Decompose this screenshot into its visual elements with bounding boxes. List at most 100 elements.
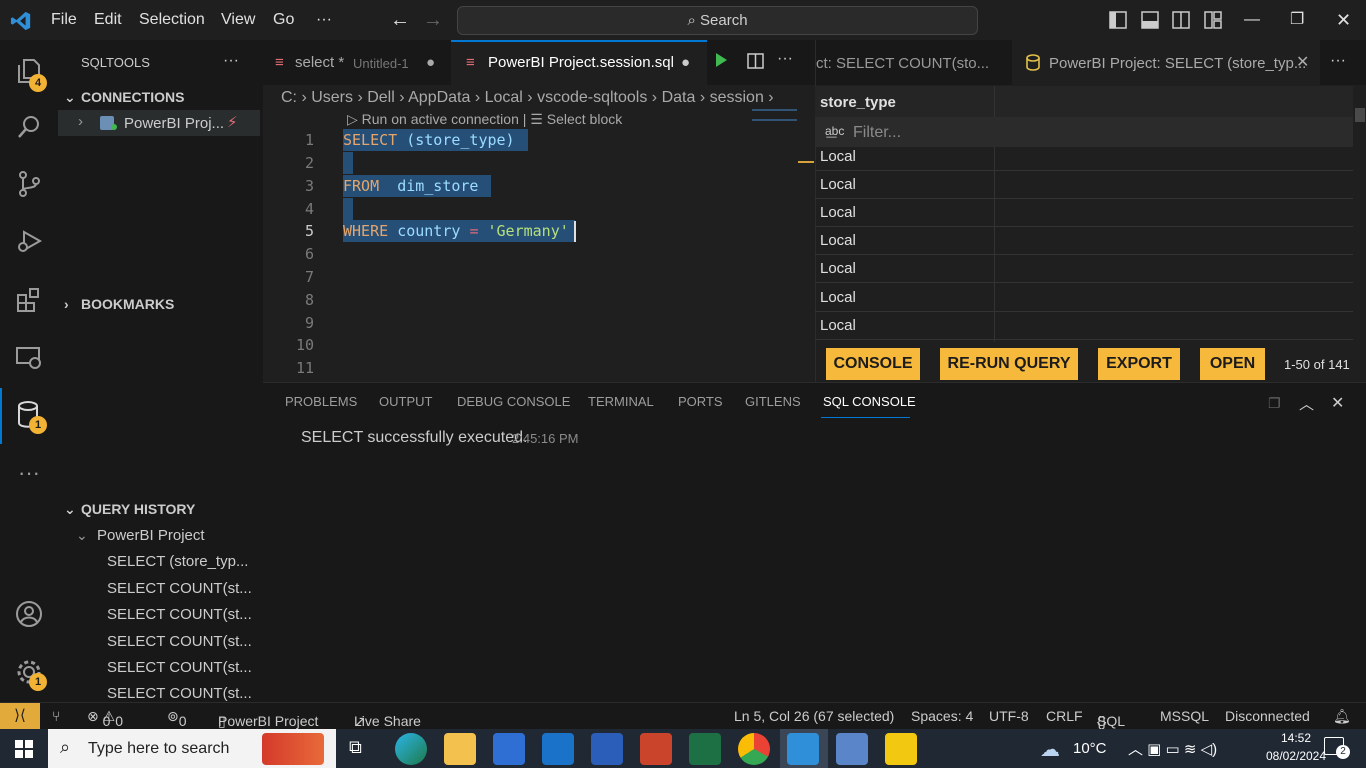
restore-icon[interactable]: ❐ (1290, 0, 1304, 40)
breadcrumb-item[interactable]: Data (662, 89, 696, 106)
result-cell[interactable]: Local (820, 232, 856, 249)
toggle-primary-sidebar-icon[interactable] (1109, 11, 1127, 29)
result-cell[interactable]: Local (820, 204, 856, 221)
result-cell[interactable]: Local (820, 260, 856, 277)
results-scrollbar[interactable] (1355, 108, 1365, 122)
connection-status[interactable]: Disconnected (1225, 708, 1310, 724)
close-tab-icon[interactable]: ✕ (1296, 52, 1309, 72)
powerpoint-icon[interactable] (640, 733, 672, 765)
history-item[interactable]: SELECT COUNT(st... (107, 685, 252, 702)
console-button[interactable]: CONSOLE (826, 348, 920, 380)
edge-icon[interactable] (395, 733, 427, 765)
tab-session-sql[interactable]: ≡ PowerBI Project.session.sql ● (451, 40, 707, 85)
driver[interactable]: MSSQL (1160, 708, 1209, 724)
tab-output[interactable]: OUTPUT (379, 394, 432, 409)
line-ending[interactable]: CRLF (1046, 708, 1083, 724)
remote-indicator-icon[interactable]: ⟩⟨ (0, 703, 40, 730)
windows-start-icon[interactable] (15, 740, 33, 758)
search-view-icon[interactable] (0, 100, 58, 154)
tab-terminal[interactable]: TERMINAL (588, 394, 654, 409)
sqltools-icon[interactable]: 1 (0, 388, 58, 442)
tab-ports[interactable]: PORTS (678, 394, 723, 409)
minimize-icon[interactable]: — (1244, 0, 1260, 40)
result-cell[interactable]: Local (820, 176, 856, 193)
tab-untitled[interactable]: ≡ select * Untitled-1 ● (263, 40, 450, 85)
source-control-icon[interactable] (0, 157, 58, 211)
unsaved-dot-icon[interactable]: ● (681, 40, 690, 85)
notifications-bell-icon[interactable]: 🔔︎ (1333, 708, 1351, 725)
menu-go[interactable]: Go (273, 0, 294, 40)
history-item[interactable]: SELECT COUNT(st... (107, 659, 252, 676)
clock-date[interactable]: 08/02/2024 (1265, 749, 1327, 763)
toggle-secondary-sidebar-icon[interactable] (1172, 11, 1190, 29)
file-explorer-icon[interactable] (444, 733, 476, 765)
tab-gitlens[interactable]: GITLENS (745, 394, 801, 409)
results-tab-count[interactable]: ct: SELECT COUNT(sto... (816, 55, 989, 72)
indentation[interactable]: Spaces: 4 (911, 708, 973, 724)
menu-more[interactable]: ··· (316, 0, 332, 40)
sql-studio-icon[interactable] (836, 733, 868, 765)
back-arrow-icon[interactable]: ← (390, 0, 410, 40)
history-group-chevron-icon[interactable]: ⌄ (76, 527, 88, 544)
split-editor-icon[interactable] (747, 53, 764, 69)
manage-gear-icon[interactable]: 1 (0, 645, 58, 699)
menu-selection[interactable]: Selection (139, 0, 205, 40)
sidebar-more-icon[interactable]: ··· (223, 52, 239, 70)
history-item[interactable]: SELECT (store_typ... (107, 553, 248, 570)
breadcrumb-item[interactable]: vscode-sqltools (537, 89, 647, 106)
filter-input[interactable]: Filter... (853, 124, 901, 142)
result-cell[interactable]: Local (820, 317, 856, 334)
minimap[interactable] (752, 109, 797, 121)
breadcrumb-item[interactable]: Dell (367, 89, 395, 106)
connections-chevron-icon[interactable]: ⌄ (64, 89, 76, 106)
column-header[interactable]: store_type (820, 94, 896, 111)
breadcrumb-item[interactable]: C: (281, 89, 297, 106)
history-item[interactable]: SELECT COUNT(st... (107, 580, 252, 597)
history-group[interactable]: PowerBI Project (97, 527, 205, 544)
export-button[interactable]: EXPORT (1098, 348, 1180, 380)
result-cell[interactable]: Local (820, 289, 856, 306)
errors-indicator[interactable]: ⊗ 0 ⚠ 0 (87, 708, 123, 729)
menu-view[interactable]: View (221, 0, 255, 40)
chrome-icon[interactable] (738, 733, 770, 765)
ports-indicator[interactable]: ⊚ 0 (167, 708, 187, 729)
run-on-active-connection-link[interactable]: Run on active connection (362, 111, 519, 127)
command-search[interactable]: ⌕ Search (457, 6, 978, 35)
unsaved-dot-icon[interactable]: ● (426, 40, 435, 85)
forward-arrow-icon[interactable]: → (423, 0, 443, 40)
menu-file[interactable]: File (51, 0, 77, 40)
task-view-icon[interactable]: ⧉ (349, 737, 362, 758)
connections-header[interactable]: CONNECTIONS (81, 89, 184, 105)
connection-name[interactable]: PowerBI Proj... (124, 115, 224, 132)
editor-more-icon[interactable]: ··· (777, 50, 793, 68)
results-more-icon[interactable]: ··· (1330, 52, 1346, 70)
extensions-icon[interactable] (0, 273, 58, 327)
bookmarks-chevron-icon[interactable]: › (64, 296, 69, 312)
tab-debug-console[interactable]: DEBUG CONSOLE (457, 394, 570, 409)
breadcrumb-item[interactable]: Local (485, 89, 523, 106)
history-chevron-icon[interactable]: ⌄ (64, 501, 76, 518)
system-tray-icons[interactable]: ︿ ▣ ▭ ≋ ◁) (1128, 738, 1217, 759)
customize-layout-icon[interactable] (1204, 11, 1222, 29)
more-views-icon[interactable]: ··· (0, 446, 58, 500)
word-icon[interactable] (591, 733, 623, 765)
weather-temp[interactable]: 10°C (1073, 740, 1107, 757)
breadcrumb-item[interactable]: AppData (408, 89, 470, 106)
toggle-panel-icon[interactable] (1141, 11, 1159, 29)
menu-edit[interactable]: Edit (94, 0, 122, 40)
excel-icon[interactable] (689, 733, 721, 765)
maximize-panel-icon[interactable]: ❐ (1268, 395, 1281, 412)
close-window-icon[interactable]: ✕ (1336, 0, 1351, 40)
vscode-taskbar-icon[interactable] (787, 733, 819, 765)
history-item[interactable]: SELECT COUNT(st... (107, 633, 252, 650)
close-panel-icon[interactable]: ✕ (1331, 393, 1344, 413)
mail-icon[interactable] (542, 733, 574, 765)
bookmarks-header[interactable]: BOOKMARKS (81, 296, 174, 312)
open-button[interactable]: OPEN (1200, 348, 1265, 380)
result-cell[interactable]: Local (820, 148, 856, 165)
breadcrumb-item[interactable]: session (710, 89, 764, 106)
connection-chevron-icon[interactable]: › (78, 113, 83, 130)
breadcrumb-item[interactable]: Users (311, 89, 353, 106)
history-item[interactable]: SELECT COUNT(st... (107, 606, 252, 623)
encoding[interactable]: UTF-8 (989, 708, 1029, 724)
